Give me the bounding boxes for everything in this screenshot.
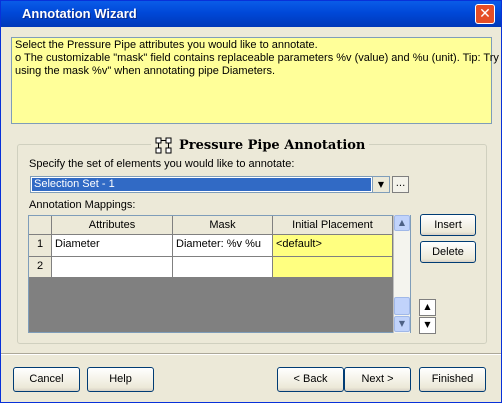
instruction-line: Select the Pressure Pipe attributes you … xyxy=(15,39,318,51)
group-title: Pressure Pipe Annotation xyxy=(151,135,370,155)
close-button[interactable]: ✕ xyxy=(475,4,495,24)
move-up-button[interactable]: ▲ xyxy=(419,299,436,316)
attribute-cell[interactable]: Diameter xyxy=(52,235,173,257)
delete-label: Delete xyxy=(432,246,464,258)
column-header-mask[interactable]: Mask xyxy=(173,216,273,235)
delete-button[interactable]: Delete xyxy=(420,241,476,263)
mask-cell[interactable] xyxy=(173,257,273,278)
footer-separator xyxy=(1,353,501,355)
insert-button[interactable]: Insert xyxy=(420,214,476,236)
selection-set-value: Selection Set - 1 xyxy=(32,178,371,191)
attribute-cell[interactable] xyxy=(52,257,173,278)
column-header-initial-placement[interactable]: Initial Placement xyxy=(273,216,393,235)
cancel-label: Cancel xyxy=(29,373,64,385)
next-button[interactable]: Next > xyxy=(344,367,411,392)
mask-cell[interactable]: Diameter: %v %u xyxy=(173,235,273,257)
window-title: Annotation Wizard xyxy=(22,6,137,21)
back-button[interactable]: < Back xyxy=(277,367,344,392)
mappings-grid: Attributes Mask Initial Placement 1 Diam… xyxy=(28,215,411,333)
selection-set-dropdown[interactable]: Selection Set - 1 ▼ xyxy=(30,176,390,193)
move-down-button[interactable]: ▼ xyxy=(419,317,436,334)
back-label: < Back xyxy=(293,373,328,385)
arrow-up-icon: ▲ xyxy=(424,302,431,311)
group-title-text: Pressure Pipe Annotation xyxy=(179,137,366,153)
finished-label: Finished xyxy=(431,373,474,385)
chevron-down-icon[interactable]: ▼ xyxy=(372,177,389,192)
chevron-down-icon[interactable]: ▼ xyxy=(394,316,410,332)
scrollbar-thumb[interactable] xyxy=(394,297,410,315)
instructions-box: Select the Pressure Pipe attributes you … xyxy=(11,37,499,124)
grid-vertical-scrollbar[interactable]: ▲ ▼ xyxy=(393,215,410,333)
instruction-line: using the mask %v" when annotating pipe … xyxy=(15,65,276,77)
chevron-up-icon[interactable]: ▲ xyxy=(394,215,410,231)
grid-corner xyxy=(29,216,52,235)
pipe-network-icon xyxy=(155,137,172,153)
help-label: Help xyxy=(109,373,132,385)
mappings-label: Annotation Mappings: xyxy=(29,199,136,211)
browse-button[interactable]: ... xyxy=(392,176,409,193)
row-number[interactable]: 2 xyxy=(29,257,52,278)
column-header-attributes[interactable]: Attributes xyxy=(52,216,173,235)
arrow-down-icon: ▼ xyxy=(424,320,431,329)
row-number[interactable]: 1 xyxy=(29,235,52,257)
cancel-button[interactable]: Cancel xyxy=(13,367,80,392)
next-label: Next > xyxy=(361,373,394,385)
placement-cell[interactable]: <default> xyxy=(273,235,393,257)
instruction-line: o The customizable "mask" field contains… xyxy=(15,52,499,64)
finished-button[interactable]: Finished xyxy=(419,367,486,392)
annotation-wizard-window: Annotation Wizard ✕ Select the Pressure … xyxy=(0,0,502,403)
close-icon: ✕ xyxy=(479,6,491,22)
insert-label: Insert xyxy=(434,219,462,231)
title-bar[interactable]: Annotation Wizard ✕ xyxy=(1,1,501,27)
specify-label: Specify the set of elements you would li… xyxy=(29,158,295,170)
placement-cell[interactable] xyxy=(273,257,393,278)
help-button[interactable]: Help xyxy=(87,367,154,392)
